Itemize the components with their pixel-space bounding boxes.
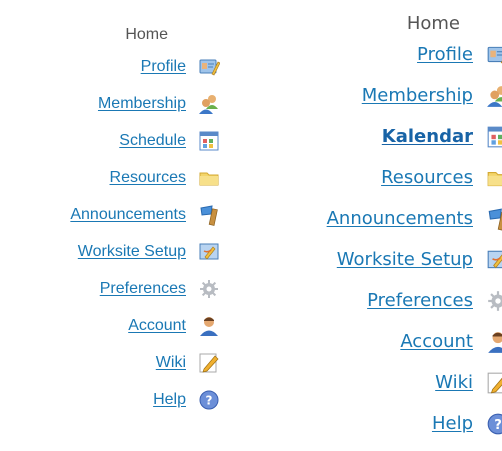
membership-icon bbox=[198, 93, 220, 115]
menu-item-wiki[interactable]: Wiki bbox=[156, 344, 220, 381]
megaphone-icon bbox=[198, 204, 220, 226]
membership-link[interactable]: Membership bbox=[98, 95, 186, 113]
calendar-icon bbox=[198, 130, 220, 152]
menu-item-account[interactable]: Account bbox=[128, 307, 220, 344]
home-item: Home bbox=[125, 22, 220, 48]
wiki-link[interactable]: Wiki bbox=[435, 372, 473, 393]
menu-item-profile[interactable]: Profile bbox=[417, 34, 502, 75]
profile-link[interactable]: Profile bbox=[141, 58, 186, 76]
announcements-link[interactable]: Announcements bbox=[70, 206, 186, 224]
calendar-icon bbox=[486, 125, 502, 149]
menu-item-resources[interactable]: Resources bbox=[381, 157, 502, 198]
menu-item-resources[interactable]: Resources bbox=[110, 159, 220, 196]
account-link[interactable]: Account bbox=[128, 317, 186, 335]
worksite-setup-icon bbox=[198, 241, 220, 263]
help-link[interactable]: Help bbox=[432, 413, 473, 434]
menu-item-help[interactable]: Help ? bbox=[432, 403, 502, 444]
home-label: Home bbox=[125, 26, 168, 43]
menu-item-announcements[interactable]: Announcements bbox=[70, 196, 220, 233]
menu-item-schedule[interactable]: Schedule bbox=[119, 122, 220, 159]
tool-menu-left: Home Profile Membership Schedule Resourc… bbox=[70, 22, 220, 418]
megaphone-icon bbox=[486, 207, 502, 231]
profile-link[interactable]: Profile bbox=[417, 44, 473, 65]
help-link[interactable]: Help bbox=[153, 391, 186, 409]
menu-item-wiki[interactable]: Wiki bbox=[435, 362, 502, 403]
profile-icon bbox=[486, 43, 502, 67]
pencil-icon bbox=[198, 352, 220, 374]
worksite-setup-link[interactable]: Worksite Setup bbox=[78, 243, 186, 261]
account-link[interactable]: Account bbox=[400, 331, 473, 352]
menu-item-help[interactable]: Help ? bbox=[153, 381, 220, 418]
worksite-setup-link[interactable]: Worksite Setup bbox=[337, 249, 473, 270]
worksite-setup-icon bbox=[486, 248, 502, 272]
announcements-link[interactable]: Announcements bbox=[327, 208, 473, 229]
menu-item-announcements[interactable]: Announcements bbox=[327, 198, 502, 239]
svg-text:?: ? bbox=[206, 393, 213, 407]
home-item: Home bbox=[407, 12, 502, 34]
menu-item-worksite-setup[interactable]: Worksite Setup bbox=[337, 239, 502, 280]
help-icon: ? bbox=[198, 389, 220, 411]
pencil-icon bbox=[486, 371, 502, 395]
home-label: Home bbox=[406, 12, 460, 34]
profile-icon bbox=[198, 56, 220, 78]
tool-menu-right: Home Profile Membership Kalendar Resourc… bbox=[327, 12, 502, 444]
preferences-link[interactable]: Preferences bbox=[100, 280, 186, 298]
preferences-link[interactable]: Preferences bbox=[367, 290, 473, 311]
kalendar-link[interactable]: Kalendar bbox=[382, 126, 473, 147]
gear-icon bbox=[486, 289, 502, 313]
membership-icon bbox=[486, 84, 502, 108]
help-icon: ? bbox=[486, 412, 502, 436]
membership-link[interactable]: Membership bbox=[362, 85, 473, 106]
folder-icon bbox=[486, 166, 502, 190]
folder-icon bbox=[198, 167, 220, 189]
menu-item-account[interactable]: Account bbox=[400, 321, 502, 362]
menu-item-worksite-setup[interactable]: Worksite Setup bbox=[78, 233, 220, 270]
resources-link[interactable]: Resources bbox=[381, 167, 473, 188]
menu-item-preferences[interactable]: Preferences bbox=[100, 270, 220, 307]
menu-item-preferences[interactable]: Preferences bbox=[367, 280, 502, 321]
svg-text:?: ? bbox=[494, 417, 502, 432]
resources-link[interactable]: Resources bbox=[110, 169, 186, 187]
wiki-link[interactable]: Wiki bbox=[156, 354, 186, 372]
menu-item-kalendar[interactable]: Kalendar bbox=[382, 116, 502, 157]
menu-item-membership[interactable]: Membership bbox=[98, 85, 220, 122]
schedule-link[interactable]: Schedule bbox=[119, 132, 186, 150]
account-icon bbox=[486, 330, 502, 354]
menu-item-profile[interactable]: Profile bbox=[141, 48, 220, 85]
gear-icon bbox=[198, 278, 220, 300]
menu-item-membership[interactable]: Membership bbox=[362, 75, 502, 116]
account-icon bbox=[198, 315, 220, 337]
